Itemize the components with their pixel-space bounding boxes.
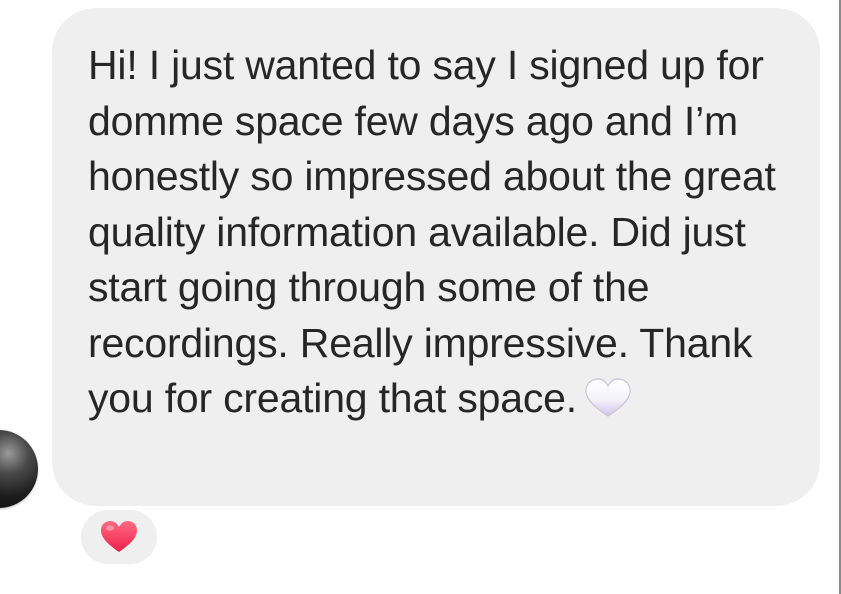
white-heart-icon	[583, 377, 633, 417]
message-text: Hi! I just wanted to say I signed up for…	[88, 42, 776, 421]
message-text-container: Hi! I just wanted to say I signed up for…	[88, 38, 800, 427]
avatar[interactable]	[0, 430, 38, 508]
red-heart-icon	[101, 521, 137, 552]
chat-screen: Hi! I just wanted to say I signed up for…	[0, 0, 841, 594]
message-bubble[interactable]: Hi! I just wanted to say I signed up for…	[52, 8, 820, 506]
reaction-badge[interactable]	[78, 507, 160, 567]
